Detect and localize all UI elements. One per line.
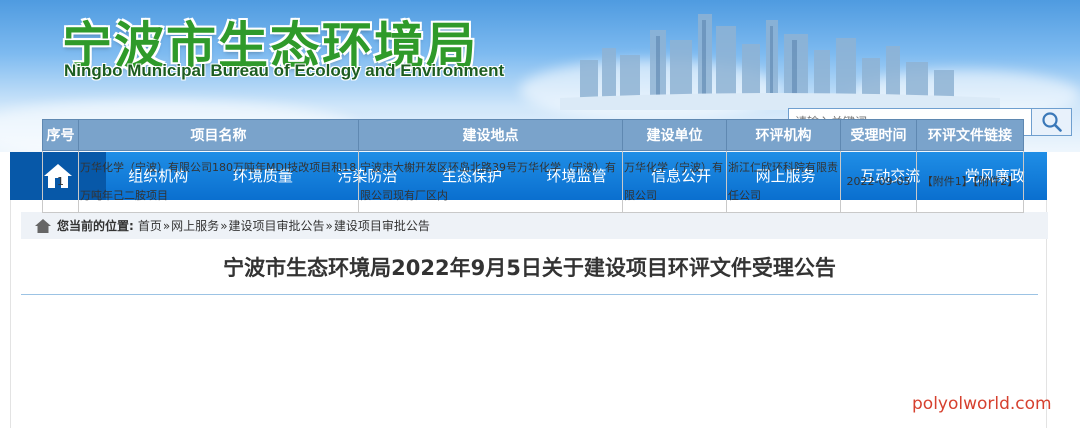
content-area: 您当前的位置: 首页 » 网上服务 » 建设项目审批公告 » 建设项目审批公告 … (10, 200, 1048, 428)
breadcrumb-link-approval-notice-current[interactable]: 建设项目审批公告 (334, 217, 430, 234)
table-header-row: 序号 项目名称 建设地点 建设单位 环评机构 受理时间 环评文件链接 (42, 119, 1024, 151)
city-skyline-image (560, 14, 1000, 110)
project-table: 序号 项目名称 建设地点 建设单位 环评机构 受理时间 环评文件链接 1 万华化… (42, 119, 1024, 213)
cell-location: 宁波市大榭开发区环岛北路39号万华化学（宁波）有限公司现有厂区内 (358, 150, 623, 213)
breadcrumb-separator: » (220, 218, 228, 233)
breadcrumb-link-approval-notice[interactable]: 建设项目审批公告 (229, 217, 325, 234)
breadcrumb-link-home[interactable]: 首页 (138, 217, 162, 234)
breadcrumb: 您当前的位置: 首页 » 网上服务 » 建设项目审批公告 » 建设项目审批公告 (21, 212, 1048, 239)
cell-agency: 浙江仁欣环科院有限责任公司 (726, 150, 841, 213)
search-button[interactable] (1031, 109, 1071, 135)
title-divider (21, 294, 1038, 295)
column-header-project-name: 项目名称 (78, 119, 359, 151)
site-subtitle: Ningbo Municipal Bureau of Ecology and E… (64, 61, 505, 80)
attachment-link-1[interactable]: 【附件1】 (922, 175, 973, 188)
cell-builder: 万华化学（宁波）有限公司 (622, 150, 727, 213)
column-header-location: 建设地点 (358, 119, 623, 151)
search-icon (1041, 112, 1062, 132)
breadcrumb-link-online-service[interactable]: 网上服务 (171, 217, 219, 234)
table-row: 1 万华化学（宁波）有限公司180万吨年MDI技改项目和18万吨年己二胺项目 宁… (42, 150, 1024, 213)
breadcrumb-label: 您当前的位置: (57, 219, 134, 233)
attachment-link-2[interactable]: 【附件2】 (973, 175, 1019, 188)
column-header-links: 环评文件链接 (916, 119, 1024, 151)
article-title: 宁波市生态环境局2022年9月5日关于建设项目环评文件受理公告 (223, 256, 836, 280)
column-header-agency: 环评机构 (726, 119, 841, 151)
column-header-date: 受理时间 (840, 119, 917, 151)
column-header-no: 序号 (42, 119, 79, 151)
watermark-text: polyolworld.com (912, 394, 1052, 414)
column-header-builder: 建设单位 (622, 119, 727, 151)
cell-project-name: 万华化学（宁波）有限公司180万吨年MDI技改项目和18万吨年己二胺项目 (78, 150, 359, 213)
breadcrumb-separator: » (325, 218, 333, 233)
cell-date: 2022-09-05 (840, 150, 917, 213)
breadcrumb-separator: » (162, 218, 171, 233)
cell-links: 【附件1】【附件2】 (916, 150, 1024, 213)
home-icon (35, 218, 51, 233)
cell-no: 1 (42, 150, 79, 213)
